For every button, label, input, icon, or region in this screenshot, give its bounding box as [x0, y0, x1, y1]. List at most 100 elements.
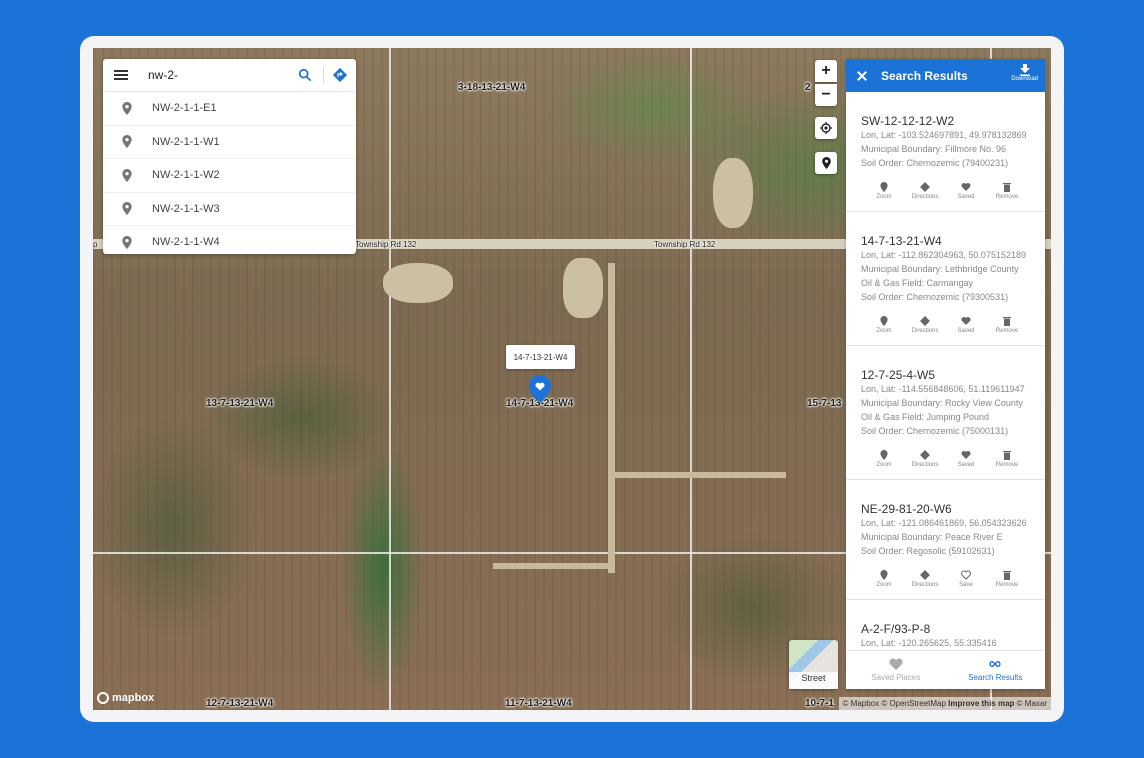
tab-label: Search Results — [968, 673, 1023, 682]
directions-icon — [920, 182, 930, 192]
heart-icon — [889, 658, 903, 670]
action-label: Directions — [911, 328, 939, 334]
search-icon[interactable] — [298, 68, 312, 82]
action-label: Remove — [995, 194, 1019, 200]
result-detail: Soil Order: Regosolic (59102631) — [861, 546, 995, 556]
road-label: Township Rd 132 — [654, 240, 716, 249]
location-pin-icon — [122, 135, 132, 149]
heart-icon — [961, 183, 971, 191]
result-card[interactable]: SW-12-12-12-W2 Lon, Lat: -103.524697891,… — [846, 92, 1045, 212]
hamburger-menu-icon[interactable] — [114, 70, 128, 80]
parcel-label: 3-18-13-21-W4 — [458, 82, 526, 93]
trash-icon — [1003, 183, 1011, 192]
action-label: Save — [959, 582, 973, 588]
zoom-action-button[interactable]: Zoom — [869, 316, 899, 334]
action-label: Zoom — [876, 462, 892, 468]
tab-saved-places[interactable]: Saved Places — [846, 651, 946, 689]
suggestion-item[interactable]: NW-2-1-1-W3 — [103, 193, 356, 226]
location-pin-icon — [122, 101, 132, 115]
result-name: 14-7-13-21-W4 — [861, 234, 942, 248]
result-actions: Zoom Directions Save Remove — [861, 558, 1030, 599]
suggestion-item[interactable]: NW-2-1-1-W1 — [103, 126, 356, 159]
saved-place-marker-icon[interactable] — [529, 375, 551, 403]
suggestion-label: NW-2-1-1-W2 — [152, 169, 220, 182]
close-icon[interactable] — [857, 71, 867, 81]
directions-icon — [920, 450, 930, 460]
suggestion-label: NW-2-1-1-W1 — [152, 135, 220, 148]
download-label: Download — [1011, 76, 1038, 82]
attribution-improve[interactable]: Improve this map — [948, 699, 1014, 708]
zoom-out-button[interactable]: − — [815, 84, 837, 106]
trash-icon — [1003, 451, 1011, 460]
result-detail: Lon, Lat: -114.556848606, 51.119611947 — [861, 384, 1025, 394]
result-detail: Municipal Boundary: Fillmore No. 96 — [861, 144, 1007, 154]
action-label: Directions — [911, 582, 939, 588]
save-action-button[interactable]: Saved — [951, 316, 981, 334]
suggestion-item[interactable]: NW-2-1-1-W4 — [103, 226, 356, 259]
result-detail: Soil Order: Chernozemic (79300531) — [861, 292, 1009, 302]
result-actions: Zoom Directions Saved Remove — [861, 170, 1030, 211]
tab-search-results[interactable]: Search Results — [946, 651, 1046, 689]
result-card[interactable]: 12-7-25-4-W5 Lon, Lat: -114.556848606, 5… — [846, 346, 1045, 480]
attribution-osm[interactable]: © OpenStreetMap — [881, 699, 946, 708]
save-action-button[interactable]: Saved — [951, 182, 981, 200]
download-button[interactable]: Download — [1011, 64, 1038, 82]
remove-action-button[interactable]: Remove — [992, 450, 1022, 468]
search-results-panel: Search Results Download SW-12-12-12-W2 L… — [846, 59, 1045, 689]
trash-icon — [1003, 317, 1011, 326]
directions-action-button[interactable]: Directions — [910, 570, 940, 588]
result-card[interactable]: A-2-F/93-P-8 Lon, Lat: -120.265625, 55.3… — [846, 600, 1045, 650]
mapbox-logo[interactable]: mapbox — [97, 692, 154, 704]
location-pin-icon — [122, 202, 132, 216]
map-attribution: © Mapbox © OpenStreetMap Improve this ma… — [838, 697, 1051, 710]
result-detail: Lon, Lat: -103.524697891, 49.978132869 — [861, 130, 1027, 140]
zoom-action-button[interactable]: Zoom — [869, 450, 899, 468]
directions-icon[interactable] — [332, 67, 348, 83]
parcel-label: 12-7-13-21-W4 — [206, 698, 274, 709]
suggestion-item[interactable]: NW-2-1-1-W2 — [103, 159, 356, 193]
parcel-label: 13-7-13-21-W4 — [206, 398, 274, 409]
street-style-toggle[interactable]: Street — [789, 640, 838, 689]
geolocate-button[interactable] — [815, 117, 837, 139]
search-input[interactable] — [146, 67, 280, 83]
result-name: SW-12-12-12-W2 — [861, 114, 955, 128]
action-label: Saved — [957, 462, 975, 468]
mapbox-logo-icon — [97, 692, 109, 704]
directions-action-button[interactable]: Directions — [910, 182, 940, 200]
directions-action-button[interactable]: Directions — [910, 316, 940, 334]
zoom-action-button[interactable]: Zoom — [869, 182, 899, 200]
parcel-label: 11-7-13-21-W4 — [505, 698, 572, 709]
parcel-label: 2 — [805, 82, 811, 93]
attribution-maxar[interactable]: © Maxar — [1017, 699, 1047, 708]
suggestion-label: NW-2-1-1-E1 — [152, 102, 217, 115]
zoom-in-button[interactable]: + — [815, 60, 837, 82]
results-title: Search Results — [881, 68, 968, 83]
remove-action-button[interactable]: Remove — [992, 316, 1022, 334]
remove-action-button[interactable]: Remove — [992, 182, 1022, 200]
result-detail: Municipal Boundary: Peace River E — [861, 532, 1003, 542]
street-style-label: Street — [789, 672, 838, 689]
mapbox-logo-text: mapbox — [112, 692, 155, 704]
zoom-action-button[interactable]: Zoom — [869, 570, 899, 588]
action-label: Saved — [957, 328, 975, 334]
results-header: Search Results Download — [846, 59, 1045, 92]
attribution-mapbox[interactable]: © Mapbox — [843, 699, 880, 708]
search-bar — [103, 59, 356, 92]
save-action-button[interactable]: Save — [951, 570, 981, 588]
search-divider — [323, 66, 324, 84]
result-detail: Soil Order: Chernozemic (79400231) — [861, 158, 1009, 168]
action-label: Zoom — [876, 194, 892, 200]
location-pin-icon — [880, 316, 888, 326]
location-pin-icon — [880, 570, 888, 580]
grid-line — [690, 48, 692, 710]
result-card[interactable]: NE-29-81-20-W6 Lon, Lat: -121.086461869,… — [846, 480, 1045, 600]
action-label: Directions — [911, 194, 939, 200]
directions-action-button[interactable]: Directions — [910, 450, 940, 468]
save-action-button[interactable]: Saved — [951, 450, 981, 468]
result-detail: Municipal Boundary: Lethbridge County — [861, 264, 1019, 274]
remove-action-button[interactable]: Remove — [992, 570, 1022, 588]
suggestion-item[interactable]: NW-2-1-1-E1 — [103, 92, 356, 126]
location-pin-icon — [122, 235, 132, 249]
result-card[interactable]: 14-7-13-21-W4 Lon, Lat: -112.862304963, … — [846, 212, 1045, 346]
drop-pin-button[interactable] — [815, 152, 837, 174]
